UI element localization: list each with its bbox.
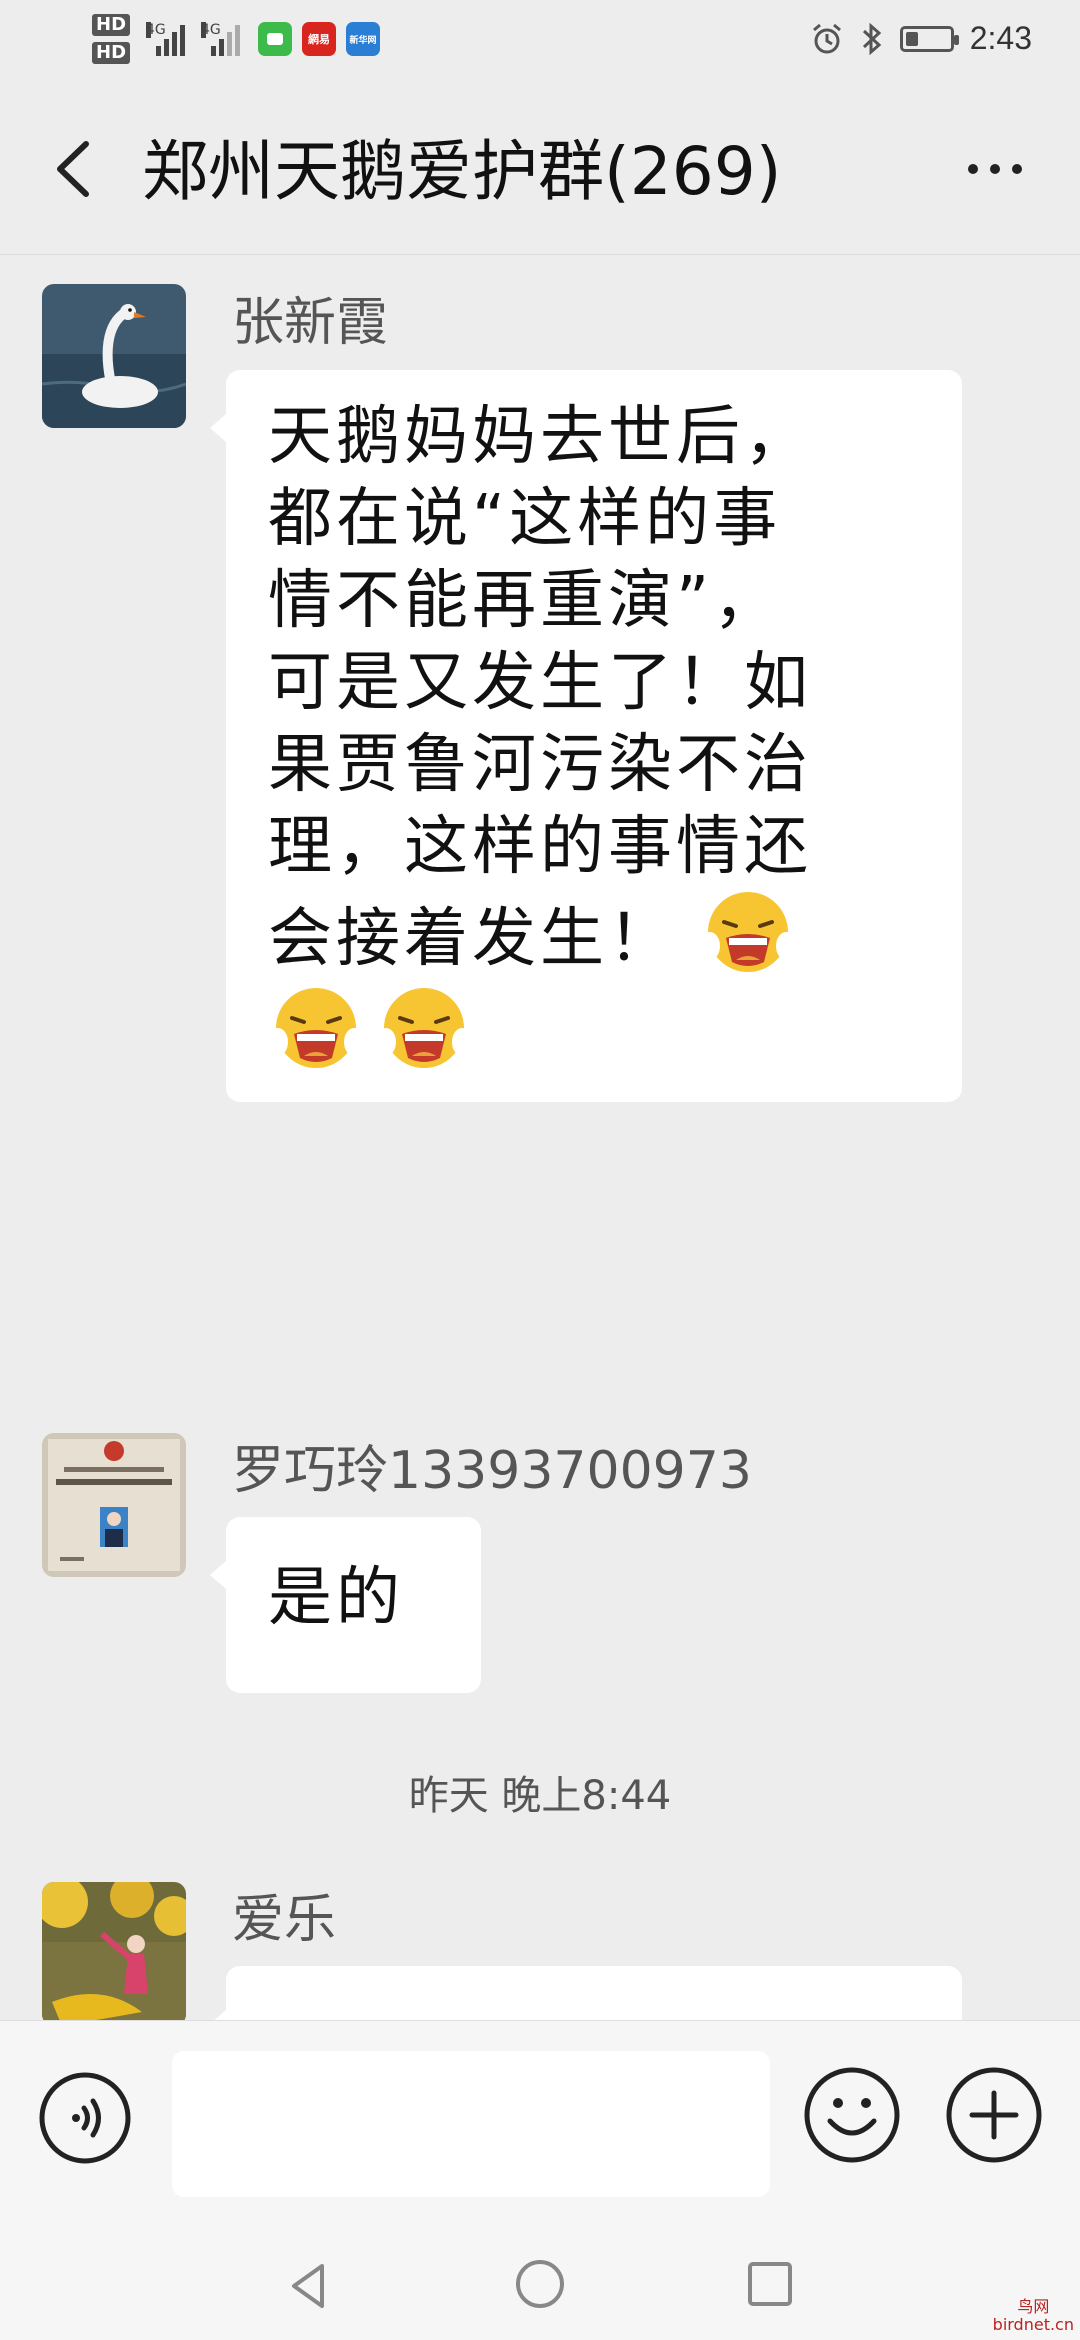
status-time: 2:43 bbox=[969, 20, 1032, 56]
hd-badge-sim1: HD bbox=[92, 14, 131, 36]
chevron-left-icon bbox=[57, 141, 89, 197]
message-list[interactable]: 张新霞 天鹅妈妈去世后， 都在说“这样的事 情不能再重演”， 可是又发生了！如 … bbox=[0, 255, 1080, 2020]
message-bubble[interactable] bbox=[210, 1966, 962, 2020]
avatar-dancer[interactable] bbox=[42, 1882, 186, 2020]
dot bbox=[990, 164, 1000, 174]
xinhua-news-icon: 新华网 bbox=[346, 22, 381, 56]
nav-back-icon[interactable] bbox=[280, 2256, 340, 2316]
nav-recent-apps-icon[interactable] bbox=[742, 2256, 798, 2312]
message-text: 是的 bbox=[268, 1561, 404, 1635]
nav-home-icon[interactable] bbox=[510, 2254, 570, 2314]
back-button[interactable] bbox=[40, 134, 110, 204]
crying-emoji-icon bbox=[268, 984, 364, 1070]
message-timestamp: 昨天 晚上8:44 bbox=[408, 1773, 672, 1819]
sender-name: 罗巧玲13393700973 bbox=[232, 1441, 752, 1501]
voice-input-button[interactable] bbox=[38, 2071, 132, 2165]
status-bar: HD HD 4G 4G 網易 新华网 2:43 bbox=[0, 0, 1080, 84]
dot bbox=[968, 164, 978, 174]
hd-badge-sim2: HD bbox=[92, 42, 131, 64]
signal-sim2-icon: 4G bbox=[201, 22, 241, 56]
message-bubble[interactable]: 天鹅妈妈去世后， 都在说“这样的事 情不能再重演”， 可是又发生了！如 果贾鲁河… bbox=[210, 370, 962, 1102]
more-functions-button[interactable] bbox=[944, 2065, 1044, 2165]
system-nav-bar: 鸟网 birdnet.cn bbox=[0, 2230, 1080, 2340]
message-input[interactable] bbox=[172, 2051, 770, 2197]
chat-header: 郑州天鹅爱护群(269) bbox=[0, 84, 1080, 255]
battery-icon bbox=[899, 25, 959, 52]
message-bubble[interactable]: 是的 bbox=[210, 1517, 481, 1693]
emoji-button[interactable] bbox=[802, 2065, 902, 2165]
sender-name: 张新霞 bbox=[232, 293, 389, 353]
alarm-icon bbox=[812, 23, 841, 53]
voice-icon bbox=[39, 2072, 131, 2164]
chat-title: 郑州天鹅爱护群(269) bbox=[142, 133, 782, 210]
sender-name: 爱乐 bbox=[232, 1890, 337, 1950]
avatar-certificate[interactable] bbox=[42, 1433, 186, 1577]
input-bar bbox=[0, 2020, 1080, 2231]
more-options-button[interactable] bbox=[950, 134, 1040, 204]
wechat-notification-icon bbox=[258, 22, 293, 56]
signal-sim1-icon: 4G bbox=[146, 22, 186, 56]
crying-emoji-icon bbox=[700, 888, 796, 974]
watermark: 鸟网 birdnet.cn bbox=[992, 2297, 1074, 2334]
crying-emoji-icon bbox=[376, 984, 472, 1070]
netease-news-icon: 網易 bbox=[302, 22, 337, 56]
bluetooth-icon bbox=[862, 22, 881, 55]
plus-icon bbox=[946, 2067, 1042, 2163]
avatar-swan[interactable] bbox=[42, 284, 186, 428]
smiley-icon bbox=[804, 2067, 900, 2163]
message-text: 天鹅妈妈去世后， 都在说“这样的事 情不能再重演”， 可是又发生了！如 果贾鲁河… bbox=[268, 396, 934, 1076]
dot bbox=[1012, 164, 1022, 174]
